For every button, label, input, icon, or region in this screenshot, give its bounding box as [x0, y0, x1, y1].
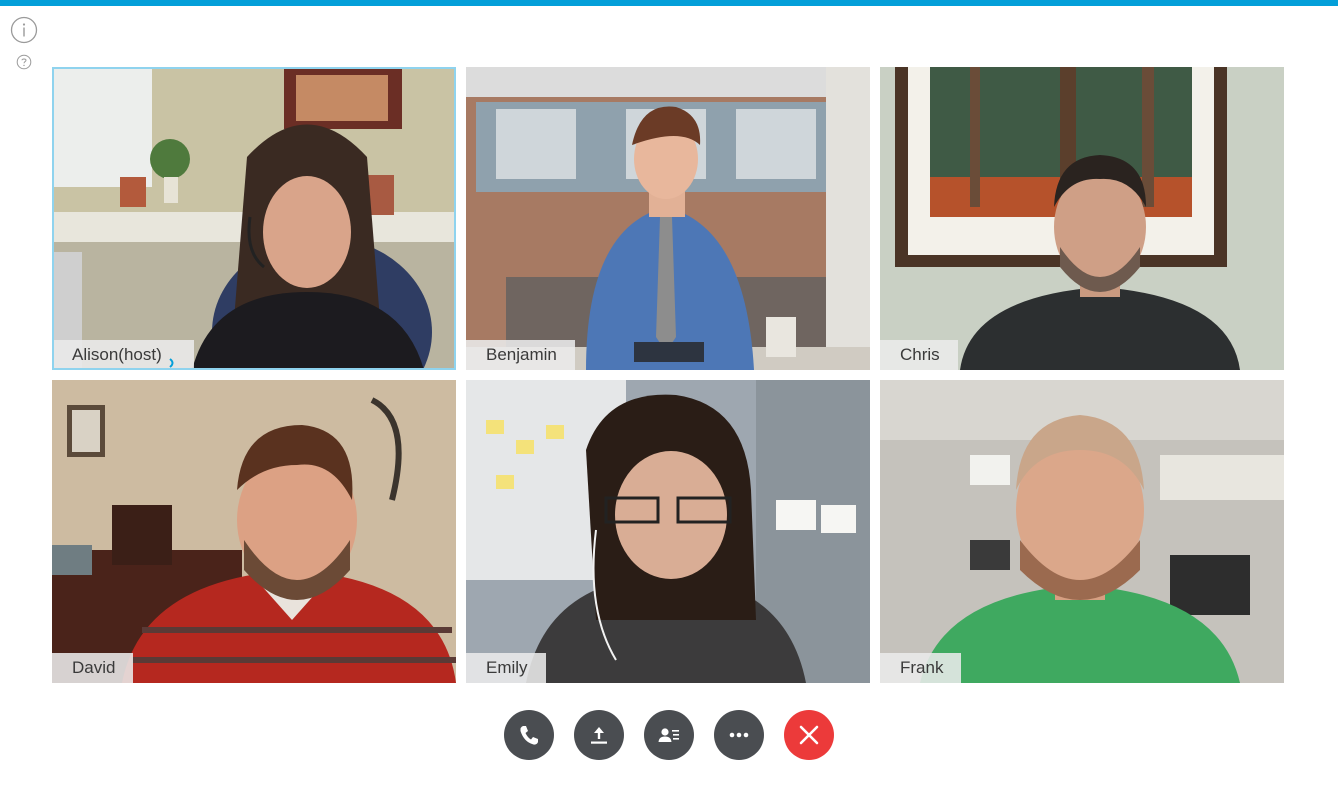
participant-name-tag: Benjamin	[466, 340, 575, 370]
participant-name: Benjamin	[486, 345, 557, 364]
video-tile-emily[interactable]: Emily	[466, 380, 870, 683]
video-feed	[466, 380, 870, 683]
call-controls	[504, 710, 834, 760]
share-button[interactable]	[574, 710, 624, 760]
video-grid: Alison(host) Benjamin Chris David Emily …	[52, 67, 1284, 683]
participant-name-tag: Frank	[880, 653, 962, 683]
participant-name-tag: Emily	[466, 653, 546, 683]
participant-name-tag: Chris	[880, 340, 958, 370]
end-call-x-icon	[799, 725, 819, 745]
phone-button[interactable]	[504, 710, 554, 760]
video-tile-chris[interactable]: Chris	[880, 67, 1284, 370]
share-upload-icon	[591, 727, 607, 744]
participant-name: Chris	[900, 345, 940, 364]
video-feed	[880, 67, 1284, 370]
video-tile-benjamin[interactable]: Benjamin	[466, 67, 870, 370]
video-feed	[466, 67, 870, 370]
phone-icon	[520, 726, 538, 745]
more-ellipsis-icon	[729, 732, 749, 738]
top-accent-bar	[0, 0, 1338, 6]
more-button[interactable]	[714, 710, 764, 760]
participant-name: Emily	[486, 658, 528, 677]
video-feed	[52, 67, 456, 370]
question-icon[interactable]	[16, 54, 32, 70]
participant-name-tag: Alison(host)	[52, 340, 194, 370]
video-tile-david[interactable]: David	[52, 380, 456, 683]
info-icon[interactable]	[10, 16, 38, 44]
video-tile-alison[interactable]: Alison(host)	[52, 67, 456, 370]
video-tile-frank[interactable]: Frank	[880, 380, 1284, 683]
video-feed	[880, 380, 1284, 683]
end-call-button[interactable]	[784, 710, 834, 760]
participant-name-tag: David	[52, 653, 134, 683]
participant-name: David	[72, 658, 116, 677]
participants-list-icon	[658, 728, 679, 742]
participant-name: Frank	[900, 658, 944, 677]
speaking-indicator-icon	[168, 349, 176, 368]
participant-name: Alison(host)	[72, 345, 162, 364]
video-feed	[52, 380, 456, 683]
participants-button[interactable]	[644, 710, 694, 760]
